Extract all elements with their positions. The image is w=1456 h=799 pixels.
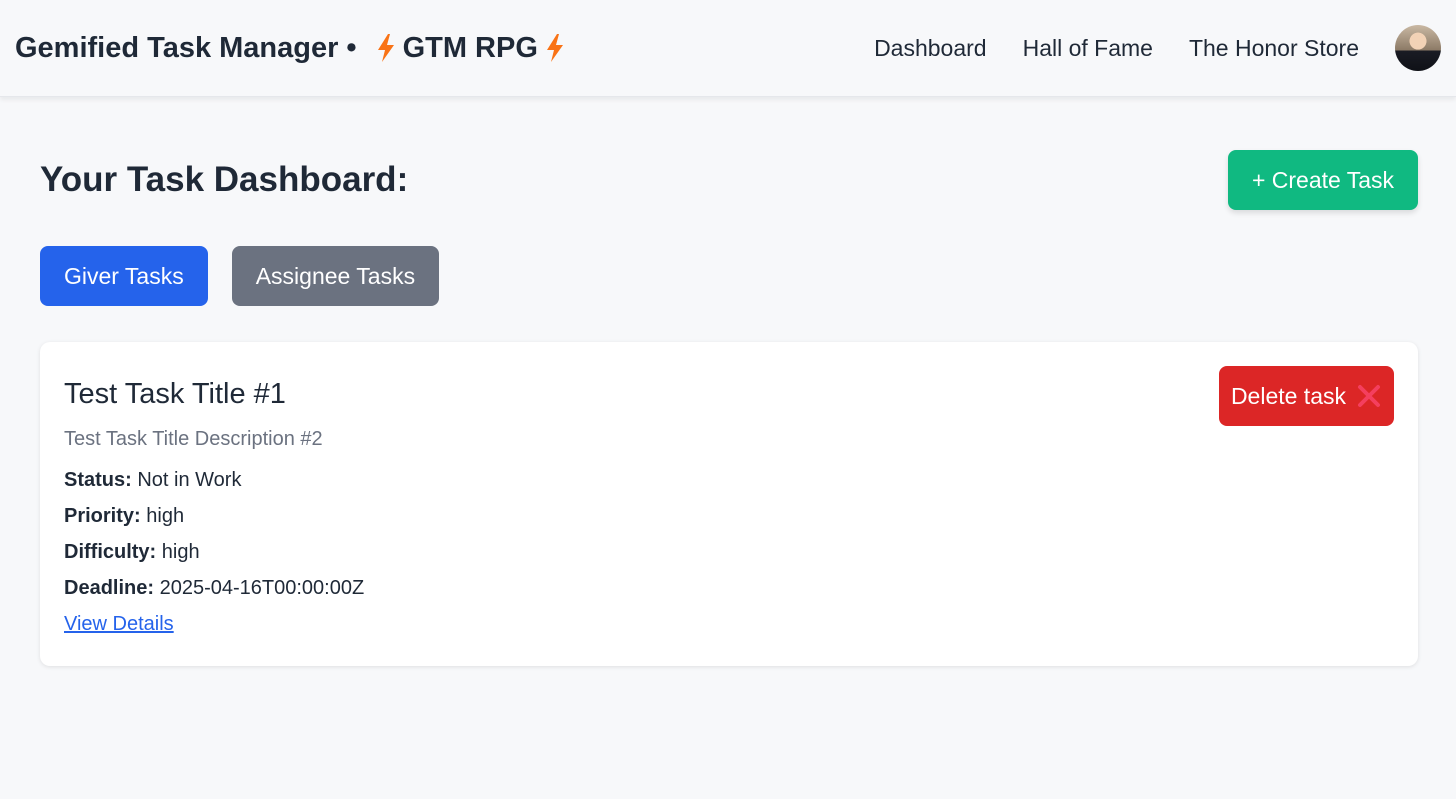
nav-link-hall-of-fame[interactable]: Hall of Fame [1023,35,1153,62]
cross-mark-icon [1358,385,1380,407]
task-fields: Status: Not in Work Priority: high Diffi… [64,469,1394,600]
task-description: Test Task Title Description #2 [64,428,323,450]
nav-links: Dashboard Hall of Fame The Honor Store [874,25,1441,71]
lightning-bolt-icon [546,34,563,62]
brand[interactable]: Gemified Task Manager • GTM RPG [15,32,572,65]
difficulty-label: Difficulty: [64,541,157,563]
task-deadline: Deadline: 2025-04-16T00:00:00Z [64,577,1394,600]
lightning-bolt-icon [377,34,394,62]
priority-value: high [146,505,185,527]
task-status: Status: Not in Work [64,469,1394,492]
task-difficulty: Difficulty: high [64,541,1394,564]
task-title: Test Task Title #1 [64,378,286,410]
delete-task-label: Delete task [1230,382,1346,409]
difficulty-value: high [161,541,200,563]
tab-assignee-tasks[interactable]: Assignee Tasks [231,246,440,306]
task-card: Test Task Title #1 Test Task Title Descr… [40,342,1418,666]
tab-giver-tasks[interactable]: Giver Tasks [40,246,208,306]
brand-separator: • [346,31,357,64]
brand-title: Gemified Task Manager [15,31,339,64]
nav-link-dashboard[interactable]: Dashboard [874,35,987,62]
task-tabs: Giver Tasks Assignee Tasks [40,246,1418,306]
brand-game-title: GTM RPG [402,31,538,64]
avatar[interactable] [1395,25,1441,71]
top-navbar: Gemified Task Manager • GTM RPG Dashboar… [0,0,1456,97]
priority-label: Priority: [64,505,141,527]
status-label: Status: [64,469,132,491]
dashboard-header: Your Task Dashboard: + Create Task [40,150,1418,210]
deadline-value: 2025-04-16T00:00:00Z [159,577,365,599]
delete-task-button[interactable]: Delete task [1218,366,1394,426]
page-title: Your Task Dashboard: [40,160,409,199]
view-details-link[interactable]: View Details [64,613,174,636]
task-priority: Priority: high [64,505,1394,528]
main-content: Your Task Dashboard: + Create Task Giver… [40,150,1418,666]
create-task-button[interactable]: + Create Task [1228,150,1418,210]
nav-link-honor-store[interactable]: The Honor Store [1189,35,1359,62]
deadline-label: Deadline: [64,577,155,599]
status-value: Not in Work [137,469,242,491]
